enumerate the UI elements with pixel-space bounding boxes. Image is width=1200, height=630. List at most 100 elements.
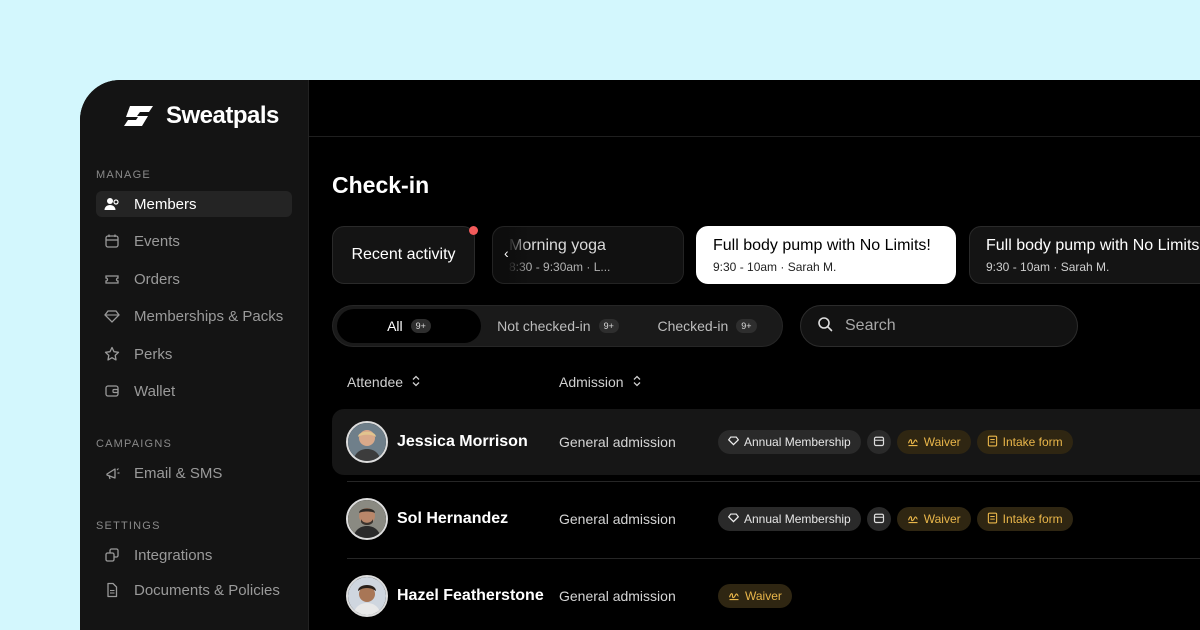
row-divider: [347, 558, 1200, 559]
filter-tab-not-checked-in[interactable]: Not checked-in 9+: [485, 309, 631, 343]
calendar-icon: [873, 435, 885, 450]
membership-tag: Annual Membership: [718, 430, 861, 454]
session-subtitle: 9:30 - 10am · Sarah M.: [986, 260, 1110, 274]
tag-list: Annual Membership Waiver Intake form: [718, 507, 1073, 531]
column-header-admission[interactable]: Admission: [559, 374, 642, 390]
app-name: Sweatpals: [166, 102, 279, 129]
page-title: Check-in: [332, 172, 430, 198]
ticket-icon: [102, 269, 122, 289]
signature-icon: [728, 589, 740, 604]
diamond-icon: [727, 512, 740, 526]
megaphone-icon: [102, 463, 122, 483]
section-title-settings: SETTINGS: [96, 520, 161, 532]
sidebar-item-email-sms[interactable]: Email & SMS: [96, 460, 292, 486]
admission-type: General admission: [559, 588, 676, 604]
calendar-tag: [866, 430, 891, 454]
count-badge: 9+: [598, 319, 619, 333]
intake-form-tag: Intake form: [976, 430, 1073, 454]
sidebar-item-label: Email & SMS: [134, 464, 223, 482]
count-badge: 9+: [410, 319, 431, 333]
recent-activity-card[interactable]: Recent activity: [332, 226, 478, 284]
sidebar-item-perks[interactable]: Perks: [96, 341, 292, 367]
avatar: [346, 421, 388, 463]
sidebar-item-orders[interactable]: Orders: [96, 266, 292, 292]
chevron-left-icon[interactable]: ‹: [504, 245, 509, 261]
sidebar-item-integrations[interactable]: Integrations: [96, 542, 292, 568]
admission-type: General admission: [559, 511, 676, 527]
notification-dot: [469, 226, 478, 235]
signature-icon: [907, 435, 919, 450]
session-card-selected[interactable]: Full body pump with No Limits! 9:30 - 10…: [696, 226, 956, 284]
sweatpals-logo-icon: [124, 106, 153, 126]
session-subtitle: 9:30 - 10am · Sarah M.: [713, 260, 837, 274]
calendar-tag: [866, 507, 891, 531]
sidebar-item-wallet[interactable]: Wallet: [96, 378, 292, 404]
filter-label: Checked-in: [657, 318, 729, 334]
filter-tab-all[interactable]: All 9+: [337, 309, 481, 343]
sidebar-item-label: Memberships & Packs: [134, 307, 284, 325]
sidebar-item-members[interactable]: Members: [96, 191, 292, 217]
avatar: [346, 575, 388, 617]
attendee-name: Sol Hernandez: [397, 510, 509, 527]
sidebar-item-label: Integrations: [134, 546, 213, 564]
search-icon: [817, 316, 833, 337]
row-divider: [347, 481, 1200, 482]
scroll-fade: [493, 227, 529, 283]
waiver-tag: Waiver: [718, 584, 792, 608]
waiver-tag: Waiver: [896, 507, 971, 531]
filter-tab-checked-in[interactable]: Checked-in 9+: [635, 309, 779, 343]
table-row[interactable]: Sol Hernandez General admission Annual M…: [332, 486, 1200, 552]
session-subtitle: 8:30 - 9:30am · L...: [509, 260, 611, 274]
avatar: [346, 498, 388, 540]
table-row[interactable]: Jessica Morrison General admission Annua…: [332, 409, 1200, 475]
star-icon: [102, 344, 122, 364]
table-row[interactable]: Hazel Featherstone General admission Wai…: [332, 563, 1200, 629]
tag-list: Waiver: [718, 584, 792, 608]
filter-tabs: All 9+ Not checked-in 9+ Checked-in 9+: [332, 305, 783, 347]
search-box[interactable]: [800, 305, 1078, 347]
recent-activity-label: Recent activity: [351, 246, 456, 263]
column-label: Admission: [559, 374, 624, 390]
form-icon: [987, 435, 998, 450]
sort-icon: [632, 374, 642, 390]
sidebar-item-label: Perks: [134, 345, 173, 363]
app-window: Sweatpals MANAGE Members Events Orders M…: [80, 80, 1200, 630]
logo[interactable]: Sweatpals: [120, 102, 279, 130]
wallet-icon: [102, 381, 122, 401]
members-icon: [102, 194, 122, 214]
intake-form-tag: Intake form: [976, 507, 1073, 531]
integrations-icon: [102, 545, 122, 565]
calendar-icon: [102, 231, 122, 251]
column-header-attendee[interactable]: Attendee: [347, 374, 421, 390]
session-title: Full body pump with No Limits!: [986, 237, 1200, 254]
sidebar-item-label: Events: [134, 232, 180, 250]
attendee-name: Jessica Morrison: [397, 433, 528, 450]
attendee-name: Hazel Featherstone: [397, 587, 544, 604]
waiver-tag: Waiver: [896, 430, 971, 454]
sort-icon: [411, 374, 421, 390]
sidebar-item-label: Orders: [134, 270, 180, 288]
diamond-icon: [102, 306, 122, 326]
sidebar-item-events[interactable]: Events: [96, 228, 292, 254]
section-title-campaigns: CAMPAIGNS: [96, 438, 172, 450]
sidebar: Sweatpals MANAGE Members Events Orders M…: [80, 80, 309, 630]
diamond-icon: [727, 435, 740, 449]
main-content: Check-in Recent activity Morning yoga 8:…: [309, 80, 1200, 630]
sidebar-item-documents-policies[interactable]: Documents & Policies: [96, 577, 292, 603]
filter-label: All: [387, 318, 403, 334]
sidebar-item-label: Documents & Policies: [134, 581, 280, 599]
session-title: Morning yoga: [509, 237, 606, 254]
document-icon: [102, 580, 122, 600]
admission-type: General admission: [559, 434, 676, 450]
sidebar-item-memberships-packs[interactable]: Memberships & Packs: [96, 303, 292, 329]
column-label: Attendee: [347, 374, 404, 390]
session-title: Full body pump with No Limits!: [713, 237, 931, 254]
sidebar-item-label: Members: [134, 195, 197, 213]
top-bar: [309, 80, 1200, 137]
filter-label: Not checked-in: [497, 318, 591, 334]
search-input[interactable]: [845, 317, 1045, 335]
signature-icon: [907, 512, 919, 527]
session-card[interactable]: Full body pump with No Limits! 9:30 - 10…: [969, 226, 1200, 284]
calendar-icon: [873, 512, 885, 527]
sidebar-item-label: Wallet: [134, 382, 176, 400]
